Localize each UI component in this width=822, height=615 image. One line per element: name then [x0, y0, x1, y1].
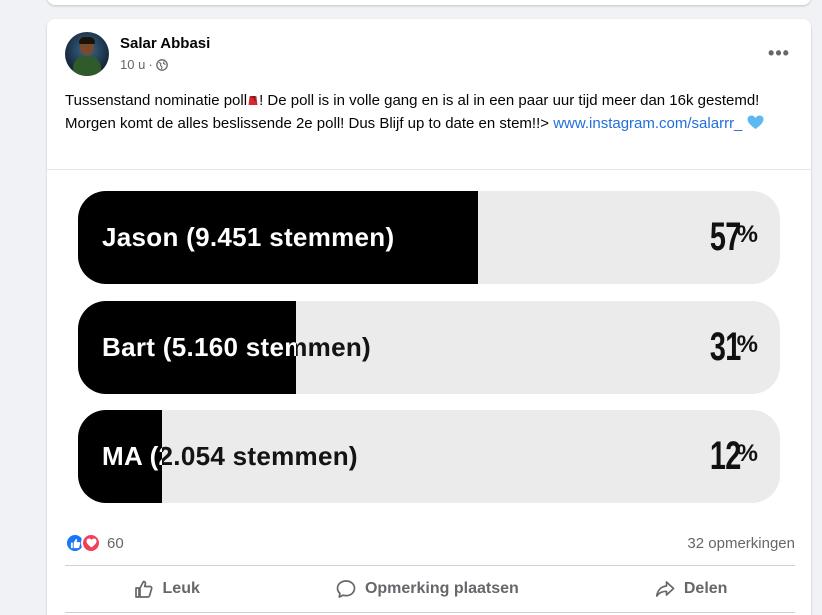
share-button[interactable]: Delen [640, 572, 742, 606]
thumbs-up-icon [134, 580, 153, 598]
comment-button[interactable]: Opmerking plaatsen [321, 572, 533, 606]
like-label: Leuk [162, 580, 200, 597]
fez-emoji-icon [248, 95, 258, 105]
globe-icon[interactable] [155, 58, 168, 71]
poll-option-jason: Jason (9.451 stemmen) 57% [78, 191, 780, 284]
poll-percent-number: 12 [710, 434, 741, 478]
poll-option-label: Bart (5.160 stemmen) [102, 332, 371, 362]
poll-percent-number: 31 [710, 325, 741, 369]
author-name[interactable]: Salar Abbasi [120, 34, 210, 54]
post-meta: 10 u · [120, 57, 210, 72]
divider [65, 565, 795, 566]
poll-option-ma: MA (2.054 stemmen) 12% [78, 410, 780, 503]
poll-percent: 12% [698, 410, 758, 503]
divider [65, 612, 795, 613]
meta-separator: · [148, 57, 153, 72]
poll-percent: 31% [698, 301, 758, 394]
comment-label: Opmerking plaatsen [364, 580, 519, 597]
like-button[interactable]: Leuk [119, 572, 214, 606]
post-actions: Leuk Opmerking plaatsen Delen [65, 570, 795, 608]
more-icon[interactable]: ••• [765, 39, 793, 67]
post-text: Tussenstand nominatie poll! De poll is i… [65, 89, 795, 135]
share-label: Delen [683, 580, 728, 597]
avatar[interactable] [65, 32, 109, 76]
poll-option-bart: Bart (5.160 stemmen) 31% [78, 301, 780, 394]
share-icon [655, 581, 675, 597]
post-text-part1: Tussenstand nominatie poll [65, 92, 248, 109]
post-stats: 60 32 opmerkingen [65, 529, 795, 557]
post-time[interactable]: 10 u [120, 57, 145, 72]
poll-percent-number: 57 [710, 215, 741, 259]
post-card: Salar Abbasi 10 u · ••• Tussenstand nomi… [47, 19, 811, 615]
blue-heart-icon [747, 115, 764, 129]
love-reaction-icon [81, 533, 101, 553]
poll-image[interactable]: Jason (9.451 stemmen) 57% Bart (5.160 st… [47, 169, 811, 516]
comments-count[interactable]: 32 opmerkingen [687, 535, 795, 552]
poll-option-label: Jason (9.451 stemmen) [102, 222, 395, 252]
instagram-link[interactable]: www.instagram.com/salarrr_ [553, 115, 742, 132]
poll-option-label: MA (2.054 stemmen) [102, 441, 358, 471]
post-header: Salar Abbasi 10 u · [65, 32, 210, 76]
previous-post-card [47, 0, 811, 5]
poll-percent: 57% [698, 191, 758, 284]
comment-icon [336, 580, 356, 598]
reactions-summary[interactable]: 60 [65, 533, 124, 553]
reaction-count: 60 [107, 534, 124, 552]
